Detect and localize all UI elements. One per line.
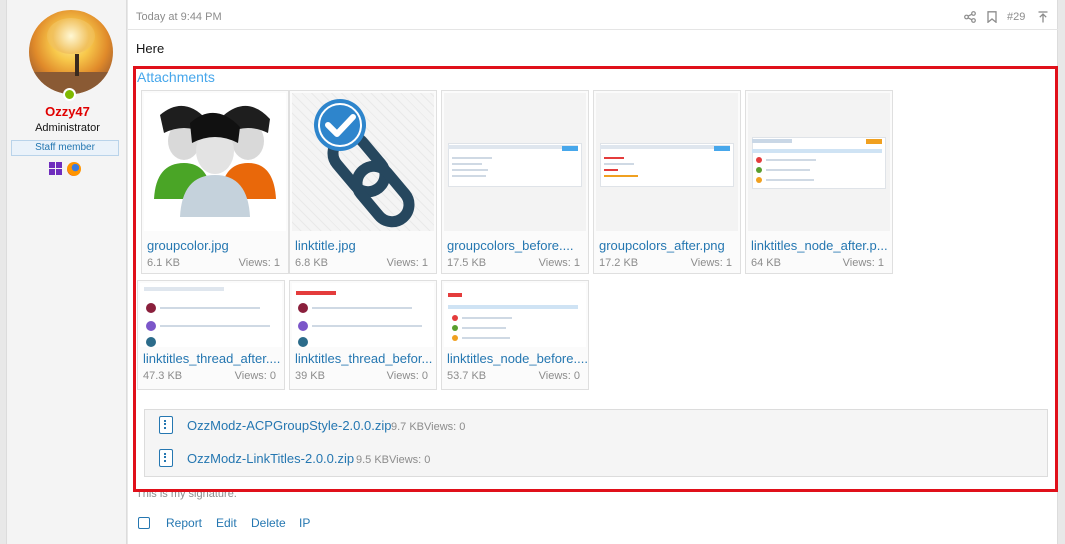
thumbnail-filesize: 47.3 KB <box>143 370 183 382</box>
thumbnail-filename[interactable]: groupcolors_before.... <box>447 238 587 253</box>
thumbnail-filesize: 6.8 KB <box>295 257 329 269</box>
screenshot-image[interactable] <box>140 283 282 347</box>
edit-link[interactable]: Edit <box>216 516 237 530</box>
thumbnail-filesize: 17.2 KB <box>599 257 639 269</box>
thumbnail-views: Views: 0 <box>538 370 580 382</box>
thumbnail-filesize: 6.1 KB <box>147 257 181 269</box>
thumbnail-views: Views: 1 <box>690 257 732 269</box>
file-meta: 9.5 KBViews: 0 <box>356 454 431 466</box>
signature: This is my signature. <box>136 488 237 500</box>
staff-badge: Staff member <box>11 140 119 156</box>
link-check-image[interactable] <box>292 93 434 231</box>
thumbnail-filesize: 53.7 KB <box>447 370 487 382</box>
thumbnail-views: Views: 1 <box>842 257 884 269</box>
thumbnail-filename[interactable]: linktitles_thread_after.... <box>143 351 283 366</box>
screenshot-image[interactable] <box>596 93 738 231</box>
bookmark-icon[interactable] <box>987 11 997 23</box>
screenshot-image[interactable] <box>444 283 586 347</box>
thumbnail-filename[interactable]: linktitles_node_before.... <box>447 351 587 366</box>
avatar-figure <box>75 54 79 76</box>
thumbnail-filesize: 17.5 KB <box>447 257 487 269</box>
username[interactable]: Ozzy47 <box>7 104 128 119</box>
screenshot-image[interactable] <box>292 283 434 347</box>
attachment-thumbnail[interactable]: groupcolors_before.... 17.5 KB Views: 1 <box>441 90 589 274</box>
thumbnail-views: Views: 0 <box>386 370 428 382</box>
attachments-heading: Attachments <box>137 69 215 85</box>
scroll-top-icon[interactable] <box>1038 11 1048 23</box>
online-status-indicator <box>63 88 76 101</box>
thumbnail-views: Views: 1 <box>238 257 280 269</box>
report-link[interactable]: Report <box>166 516 202 530</box>
group-users-image[interactable] <box>144 93 286 231</box>
thumbnail-filename[interactable]: linktitles_thread_befor... <box>295 351 435 366</box>
user-title: Administrator <box>35 122 100 134</box>
thumbnail-filename[interactable]: groupcolor.jpg <box>147 238 287 253</box>
thumbnail-filename[interactable]: linktitles_node_after.p... <box>751 238 891 253</box>
thumbnail-views: Views: 1 <box>538 257 580 269</box>
file-name[interactable]: OzzModz-LinkTitles-2.0.0.zip <box>187 451 354 466</box>
post-header: Today at 9:44 PM #29 <box>128 0 1058 30</box>
thumbnail-filename[interactable]: groupcolors_after.png <box>599 238 739 253</box>
avatar[interactable] <box>29 10 113 94</box>
attachment-thumbnail[interactable]: groupcolors_after.png 17.2 KB Views: 1 <box>593 90 741 274</box>
file-meta: 9.7 KBViews: 0 <box>391 421 466 433</box>
attachment-thumbnail[interactable]: groupcolor.jpg 6.1 KB Views: 1 <box>141 90 289 274</box>
post-message: Here <box>136 41 165 56</box>
file-attachment-list: OzzModz-ACPGroupStyle-2.0.0.zip 9.7 KBVi… <box>144 409 1048 477</box>
ip-link[interactable]: IP <box>299 516 310 530</box>
delete-link[interactable]: Delete <box>251 516 286 530</box>
screenshot-image[interactable] <box>748 93 890 231</box>
windows-icon <box>49 162 63 176</box>
thumbnail-views: Views: 1 <box>386 257 428 269</box>
zip-file-icon <box>159 416 173 434</box>
attachment-thumbnail[interactable]: linktitle.jpg 6.8 KB Views: 1 <box>289 90 437 274</box>
avatar-cloud <box>47 18 95 54</box>
thumbnail-filesize: 64 KB <box>751 257 781 269</box>
attachment-thumbnail[interactable]: linktitles_thread_befor... 39 KB Views: … <box>289 280 437 390</box>
post-number[interactable]: #29 <box>1007 11 1025 23</box>
attachment-thumbnail[interactable]: linktitles_node_after.p... 64 KB Views: … <box>745 90 893 274</box>
thumbnail-views: Views: 0 <box>234 370 276 382</box>
user-sidebar: Ozzy47 Administrator Staff member <box>6 0 127 544</box>
thumbnail-filename[interactable]: linktitle.jpg <box>295 238 435 253</box>
post-timestamp[interactable]: Today at 9:44 PM <box>136 11 222 23</box>
thumbnail-filesize: 39 KB <box>295 370 325 382</box>
post: Today at 9:44 PM #29 Here Attachments gr… <box>128 0 1058 544</box>
attachment-thumbnail[interactable]: linktitles_thread_after.... 47.3 KB View… <box>137 280 285 390</box>
zip-file-icon <box>159 449 173 467</box>
attachment-thumbnail[interactable]: linktitles_node_before.... 53.7 KB Views… <box>441 280 589 390</box>
screenshot-image[interactable] <box>444 93 586 231</box>
select-checkbox[interactable] <box>138 517 150 529</box>
share-icon[interactable] <box>964 11 976 23</box>
page: Ozzy47 Administrator Staff member Today … <box>0 0 1065 544</box>
firefox-icon <box>67 162 81 176</box>
file-name[interactable]: OzzModz-ACPGroupStyle-2.0.0.zip <box>187 418 391 433</box>
